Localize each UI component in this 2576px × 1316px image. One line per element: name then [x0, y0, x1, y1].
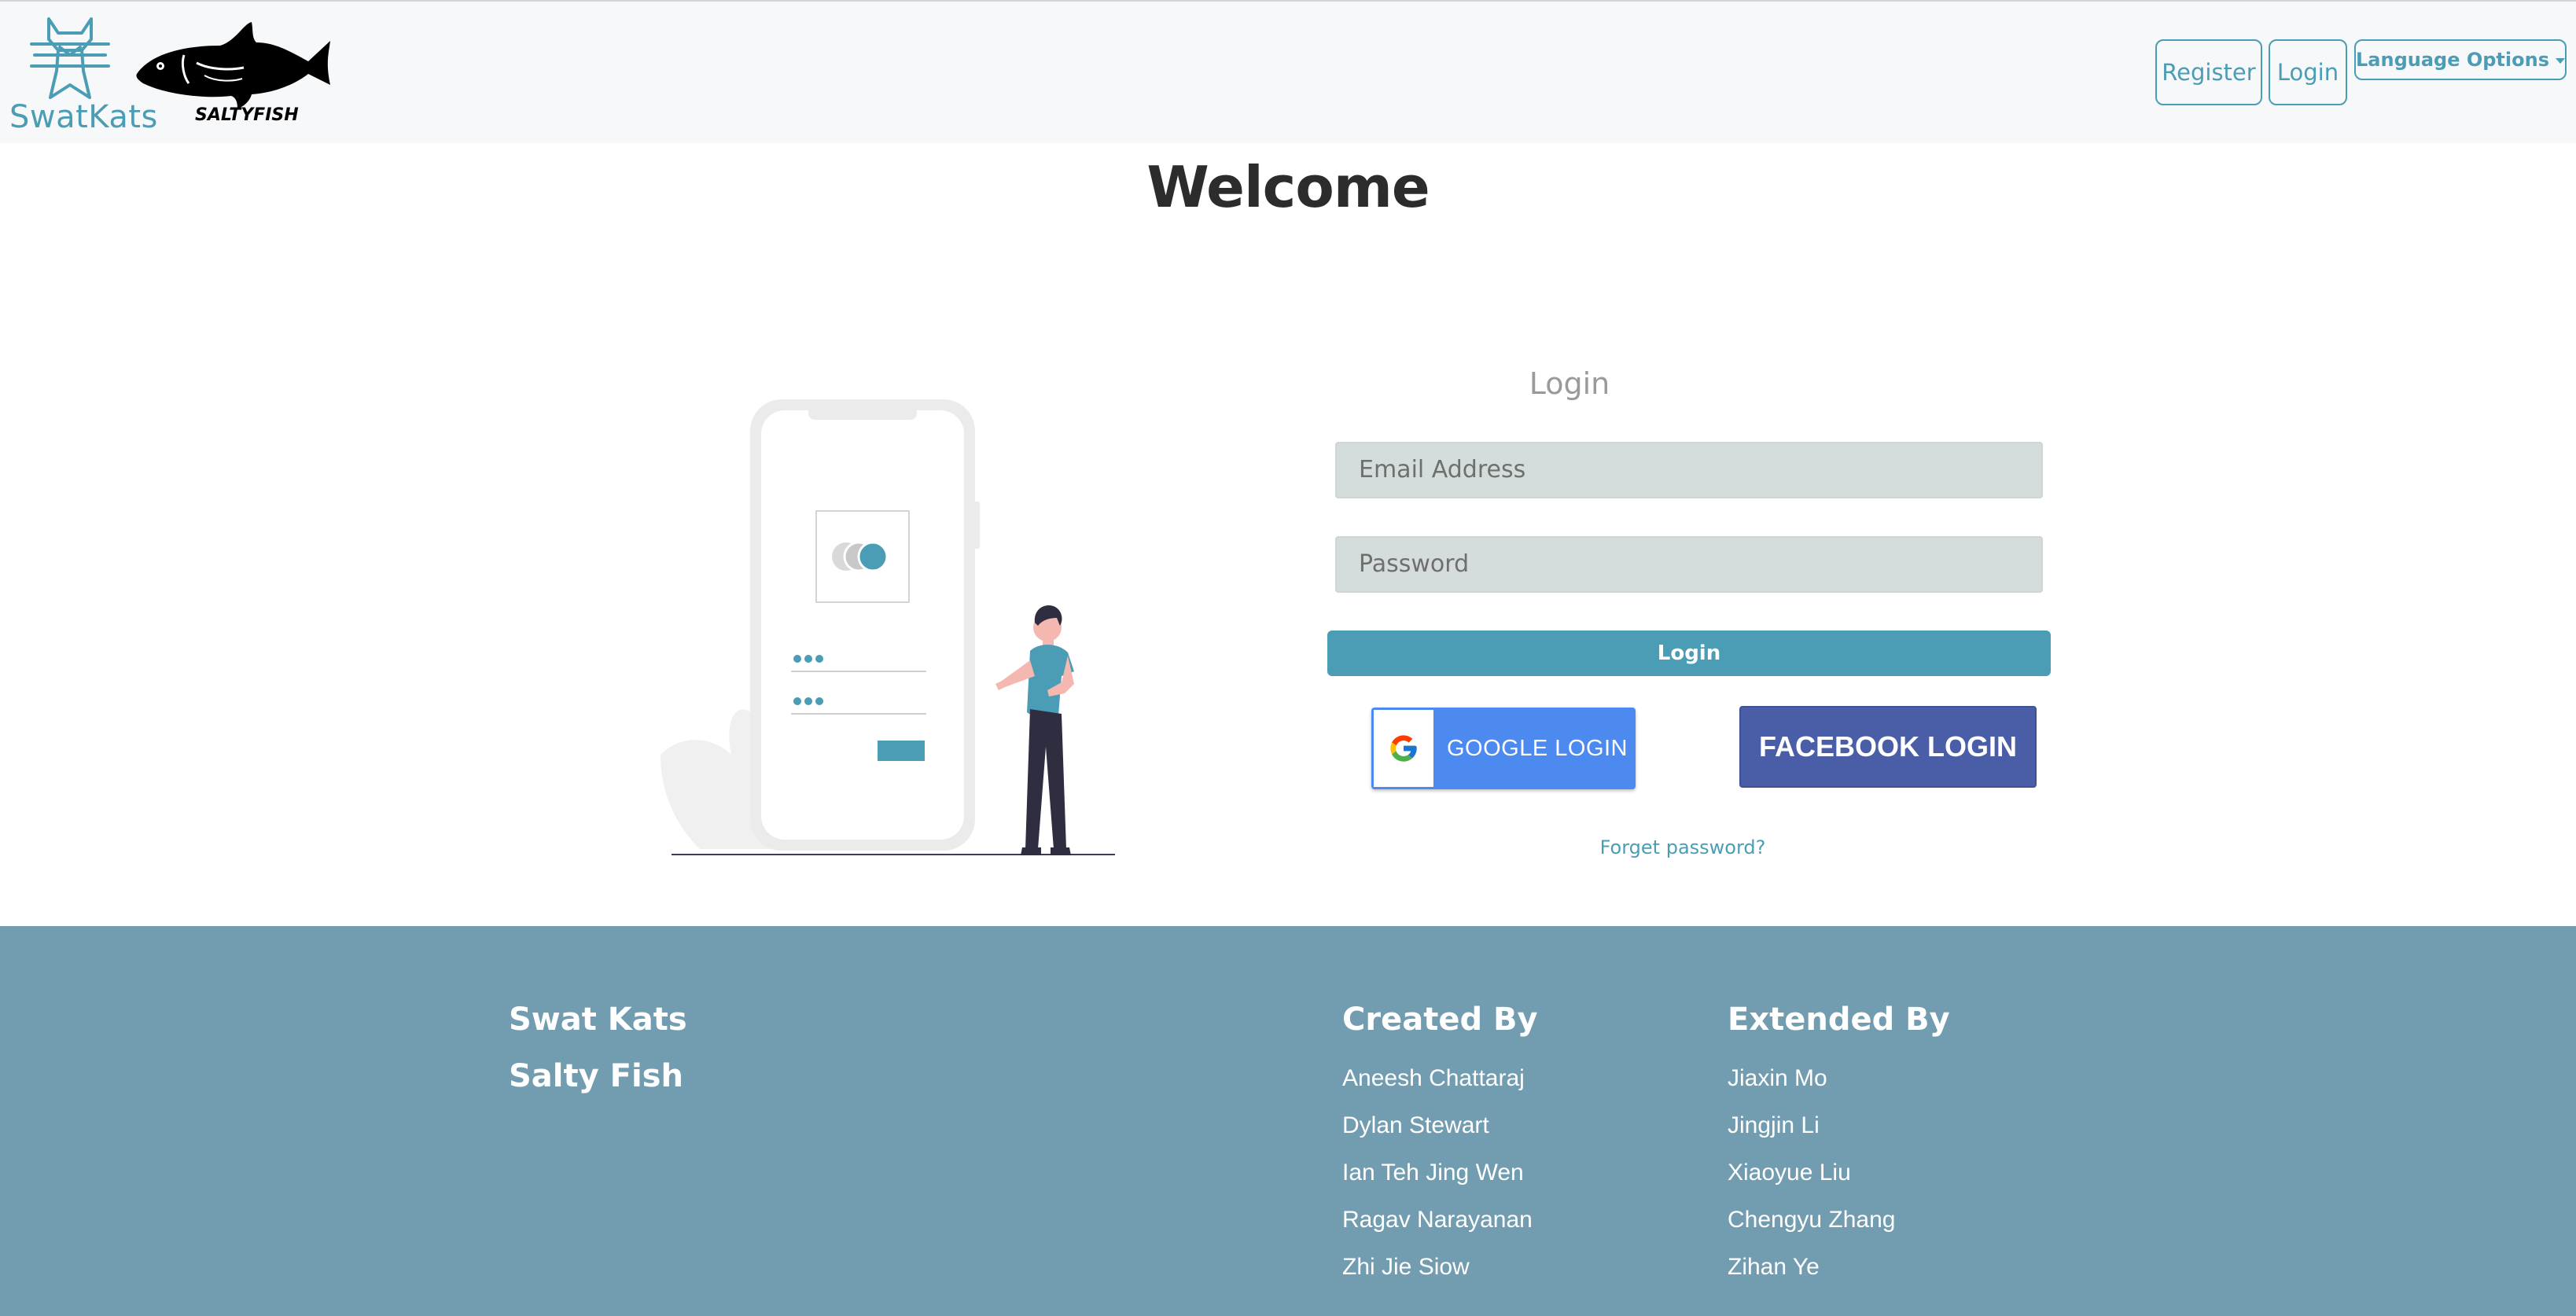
swatkats-cat-icon: [30, 17, 110, 99]
footer-brand-swatkats: Swat Kats: [509, 1002, 687, 1038]
language-options-label: Language Options: [2356, 49, 2549, 71]
login-button[interactable]: Login: [1327, 630, 2051, 676]
google-icon-box: [1374, 710, 1433, 787]
language-options-dropdown[interactable]: Language Options: [2354, 39, 2567, 80]
google-login-label: GOOGLE LOGIN: [1447, 736, 1628, 761]
forget-password-link[interactable]: Forget password?: [1335, 836, 2030, 858]
email-field[interactable]: Email Address: [1335, 442, 2043, 498]
list-item: Zihan Ye: [1728, 1254, 1820, 1280]
list-item: Aneesh Chattaraj: [1342, 1065, 1525, 1091]
created-by-column: Created By Aneesh Chattaraj Dylan Stewar…: [1342, 1002, 1538, 1291]
list-item: Jiaxin Mo: [1728, 1065, 1827, 1091]
list-item: Zhi Jie Siow: [1342, 1254, 1470, 1280]
google-g-icon: [1390, 735, 1417, 762]
fish-logo-text: SALTYFISH: [195, 105, 299, 125]
fish-icon: [136, 22, 330, 108]
nav-login-button[interactable]: Login: [2269, 39, 2347, 105]
list-item: Chengyu Zhang: [1728, 1207, 1896, 1233]
footer: [0, 926, 2576, 1316]
password-field[interactable]: Password: [1335, 536, 2043, 593]
facebook-login-button[interactable]: FACEBOOK LOGIN: [1739, 706, 2037, 788]
list-item: Xiaoyue Liu: [1728, 1160, 1851, 1186]
saltyfish-logo: SALTYFISH: [134, 17, 338, 135]
extended-by-column: Extended By Jiaxin Mo Jingjin Li Xiaoyue…: [1728, 1002, 1950, 1291]
phone-login-illustration: [653, 385, 1124, 865]
list-item: Jingjin Li: [1728, 1112, 1820, 1138]
list-item: Dylan Stewart: [1342, 1112, 1489, 1138]
footer-brand-saltyfish: Salty Fish: [509, 1058, 683, 1094]
google-login-button[interactable]: GOOGLE LOGIN: [1371, 708, 1636, 789]
list-item: Ragav Narayanan: [1342, 1207, 1533, 1233]
register-button[interactable]: Register: [2155, 39, 2262, 105]
extended-by-title: Extended By: [1728, 1002, 1950, 1038]
created-by-title: Created By: [1342, 1002, 1538, 1038]
list-item: Ian Teh Jing Wen: [1342, 1160, 1524, 1186]
login-title: Login: [1529, 366, 1610, 401]
caret-down-icon: [2556, 57, 2565, 64]
navbar: SwatKats SALTYFISH Register Login Langua…: [0, 0, 2576, 143]
swatkats-logo[interactable]: SwatKats: [9, 16, 157, 135]
page-title: Welcome: [1146, 154, 1430, 220]
